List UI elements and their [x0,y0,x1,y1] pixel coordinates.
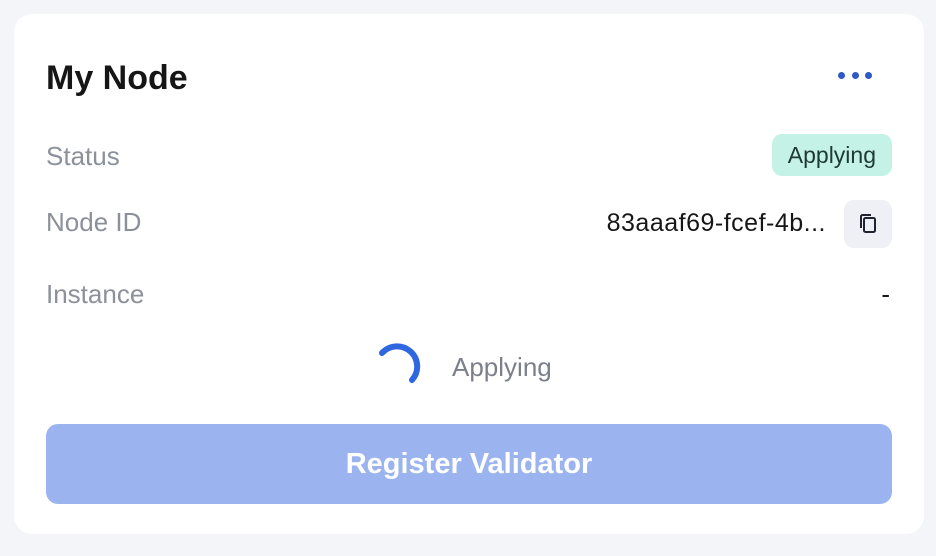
more-icon-dot [865,71,872,79]
status-label: Status [46,141,120,171]
loading-indicator: Applying [372,342,552,392]
my-node-card: My Node Status Applying Node ID 83aaaf69… [14,14,924,534]
loading-text: Applying [452,351,552,382]
copy-icon [860,214,876,233]
status-badge: Applying [771,134,892,176]
node-id-value: 83aaaf69-fcef-4b... [606,209,826,237]
instance-value: - [881,279,890,309]
more-icon-dot [851,71,859,79]
more-options-button[interactable] [838,64,872,86]
instance-label: Instance [46,279,145,309]
copy-node-id-button[interactable] [844,200,892,248]
register-validator-button[interactable]: Register Validator [46,424,892,504]
card-title: My Node [46,59,188,97]
node-id-label: Node ID [46,207,142,237]
loading-spinner-icon [379,343,421,383]
more-icon-dot [838,71,845,79]
